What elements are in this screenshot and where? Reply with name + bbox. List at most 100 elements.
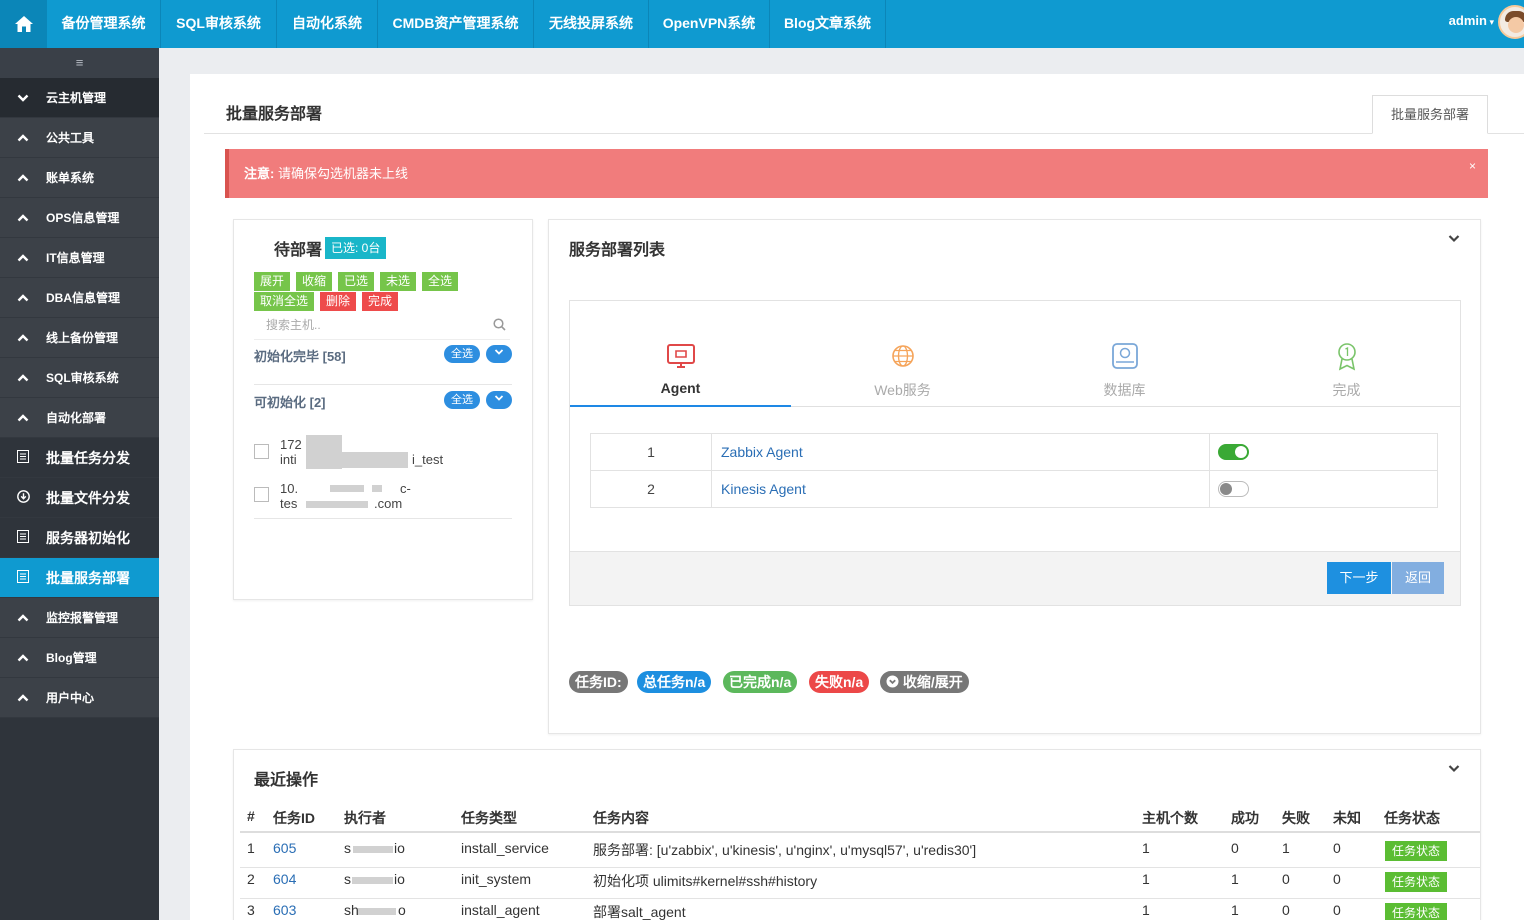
step-agent[interactable]: Agent [570, 331, 791, 407]
column-header: 未知 [1333, 810, 1361, 826]
sidebar-item-user-center[interactable]: 用户中心 [0, 678, 159, 718]
list-icon [0, 449, 46, 466]
sidebar-item-label: 服务器初始化 [46, 529, 130, 546]
sidebar-item-label: 用户中心 [46, 691, 95, 705]
sidebar-item-billing[interactable]: 账单系统 [0, 158, 159, 198]
active-step-indicator [570, 405, 791, 407]
sidebar-item-batch-task[interactable]: 批量任务分发 [0, 438, 159, 478]
success-count: 1 [1231, 902, 1239, 918]
host-name-suffix: i_test [412, 452, 444, 467]
host-checkbox[interactable] [254, 487, 269, 502]
sidebar-item-it-info[interactable]: IT信息管理 [0, 238, 159, 278]
sidebar-item-auto-deploy[interactable]: 自动化部署 [0, 398, 159, 438]
deselect-all-button[interactable]: 取消全选 [254, 292, 315, 311]
redacted-block [342, 452, 408, 468]
divider [204, 133, 1524, 134]
task-status-button[interactable]: 任务状态 [1385, 903, 1447, 920]
back-button[interactable]: 返回 [1392, 562, 1444, 594]
warning-alert: 注意: 请确保勾选机器未上线 × [225, 149, 1488, 198]
expand-button[interactable]: 展开 [254, 272, 291, 291]
search-icon [493, 318, 506, 331]
row-number: 1 [247, 840, 255, 856]
step-web[interactable]: Web服务 [792, 331, 1013, 407]
collapse-button[interactable]: 收缩 [296, 272, 333, 291]
service-toggle-on[interactable] [1218, 444, 1249, 460]
chevron-up-icon [0, 250, 46, 266]
task-id-link[interactable]: 605 [273, 840, 296, 856]
sidebar-item-dba-info[interactable]: DBA信息管理 [0, 278, 159, 318]
sidebar-item-blog[interactable]: Blog管理 [0, 638, 159, 678]
group-initialized-label[interactable]: 初始化完毕 [58] [254, 346, 346, 365]
sidebar-item-server-init[interactable]: 服务器初始化 [0, 518, 159, 558]
chevron-down-icon[interactable] [486, 345, 512, 363]
delete-button[interactable]: 删除 [320, 292, 357, 311]
nav-blog[interactable]: Blog文章系统 [770, 0, 886, 48]
sidebar-item-ops-info[interactable]: OPS信息管理 [0, 198, 159, 238]
sidebar-item-online-backup[interactable]: 线上备份管理 [0, 318, 159, 358]
task-status-button[interactable]: 任务状态 [1385, 872, 1447, 892]
row-number: 3 [247, 902, 255, 918]
next-step-button[interactable]: 下一步 [1327, 562, 1391, 594]
unknown-count: 0 [1333, 840, 1341, 856]
user-menu[interactable]: admin ▾ [1449, 0, 1494, 44]
tab-batch-deploy[interactable]: 批量服务部署 [1372, 95, 1488, 134]
selected-filter-button[interactable]: 已选 [338, 272, 375, 291]
recent-panel: 最近操作 # 任务ID 执行者 任务类型 任务内容 主机个数 成功 失败 未知 … [233, 749, 1481, 920]
home-button[interactable] [0, 0, 47, 48]
task-id-link[interactable]: 604 [273, 871, 296, 887]
service-number: 1 [590, 433, 712, 471]
step-label: 完成 [1332, 382, 1361, 398]
task-status-button[interactable]: 任务状态 [1385, 841, 1447, 861]
task-type: install_service [461, 840, 549, 856]
globe-icon [891, 345, 914, 367]
nav-sql-audit[interactable]: SQL审核系统 [161, 0, 277, 48]
nav-automation[interactable]: 自动化系统 [277, 0, 378, 48]
chevron-down-icon[interactable] [1448, 230, 1460, 248]
nav-cmdb[interactable]: CMDB资产管理系统 [378, 0, 534, 48]
host-checkbox[interactable] [254, 444, 269, 459]
task-id-link[interactable]: 603 [273, 902, 296, 918]
collapse-expand-label: 收缩/展开 [902, 674, 963, 690]
completed-tasks-badge: 已完成n/a [723, 671, 798, 693]
unselected-filter-button[interactable]: 未选 [380, 272, 417, 291]
sidebar-item-batch-file[interactable]: 批量文件分发 [0, 478, 159, 518]
chevron-down-icon[interactable] [1448, 760, 1460, 778]
service-table: 1 Zabbix Agent 2 Kinesis Agent [590, 433, 1438, 508]
nav-backup[interactable]: 备份管理系统 [47, 0, 161, 48]
collapse-expand-button[interactable]: 收缩/展开 [880, 671, 969, 693]
sidebar-item-sql-audit[interactable]: SQL审核系统 [0, 358, 159, 398]
success-count: 0 [1231, 840, 1239, 856]
sidebar-item-public-tools[interactable]: 公共工具 [0, 118, 159, 158]
group-initializable-label[interactable]: 可初始化 [2] [254, 392, 326, 411]
step-done[interactable]: 完成 [1236, 331, 1457, 407]
redacted-block [358, 908, 396, 915]
sidebar-item-monitor[interactable]: 监控报警管理 [0, 598, 159, 638]
success-count: 1 [1231, 871, 1239, 887]
award-icon [1337, 343, 1356, 371]
nav-openvpn[interactable]: OpenVPN系统 [649, 0, 770, 48]
step-database[interactable]: 数据库 [1014, 331, 1235, 407]
service-toggle-off[interactable] [1218, 481, 1249, 497]
host-name-suffix: .com [374, 496, 403, 511]
task-type: install_agent [461, 902, 540, 918]
chevron-up-icon [0, 690, 46, 706]
host-name-line: inti [280, 452, 297, 467]
search-input[interactable]: 搜索主机.. [254, 314, 510, 340]
pending-title: 待部署 [274, 242, 323, 259]
select-all-button[interactable]: 全选 [422, 272, 459, 291]
divider [240, 898, 1480, 899]
sidebar-toggle-icon[interactable]: ≡ [0, 48, 159, 78]
finish-button[interactable]: 完成 [362, 292, 399, 311]
divider [240, 867, 1480, 868]
close-icon[interactable]: × [1469, 142, 1476, 191]
nav-wireless[interactable]: 无线投屏系统 [534, 0, 649, 48]
sidebar-item-batch-deploy[interactable]: 批量服务部署 [0, 558, 159, 598]
group-initialized-select-all[interactable]: 全选 [444, 345, 480, 363]
avatar[interactable] [1498, 5, 1524, 39]
sidebar-item-cloud-host[interactable]: 云主机管理 [0, 78, 159, 118]
service-name[interactable]: Zabbix Agent [711, 433, 1210, 471]
group-initializable-select-all[interactable]: 全选 [444, 391, 480, 409]
sidebar: ≡ 云主机管理 公共工具 账单系统 OPS信息管理 IT信息管理 DBA信息管理… [0, 48, 159, 920]
service-name[interactable]: Kinesis Agent [711, 470, 1210, 508]
chevron-down-icon[interactable] [486, 391, 512, 409]
